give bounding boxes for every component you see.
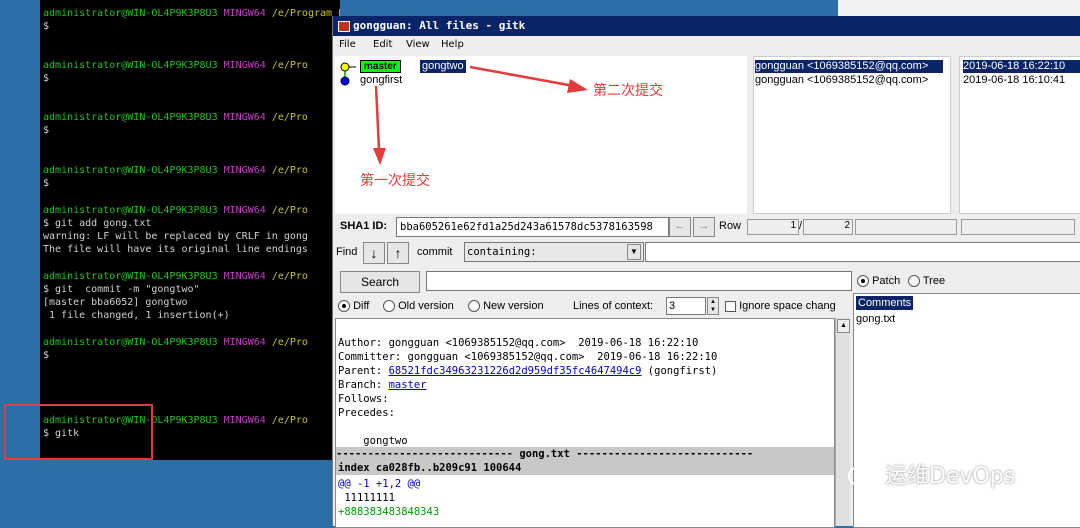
- watermark: 运维DevOps: [848, 458, 1015, 490]
- wechat-icon: [848, 466, 880, 490]
- arrow-second-head: [567, 79, 588, 93]
- arrow-first-head: [373, 148, 386, 165]
- arrow-first-line: [374, 85, 381, 151]
- annotation-first-commit: 第一次提交: [360, 173, 430, 189]
- arrow-second-line: [469, 65, 575, 88]
- annotation-arrows: [373, 65, 588, 165]
- annotation-second-commit: 第二次提交: [593, 83, 663, 99]
